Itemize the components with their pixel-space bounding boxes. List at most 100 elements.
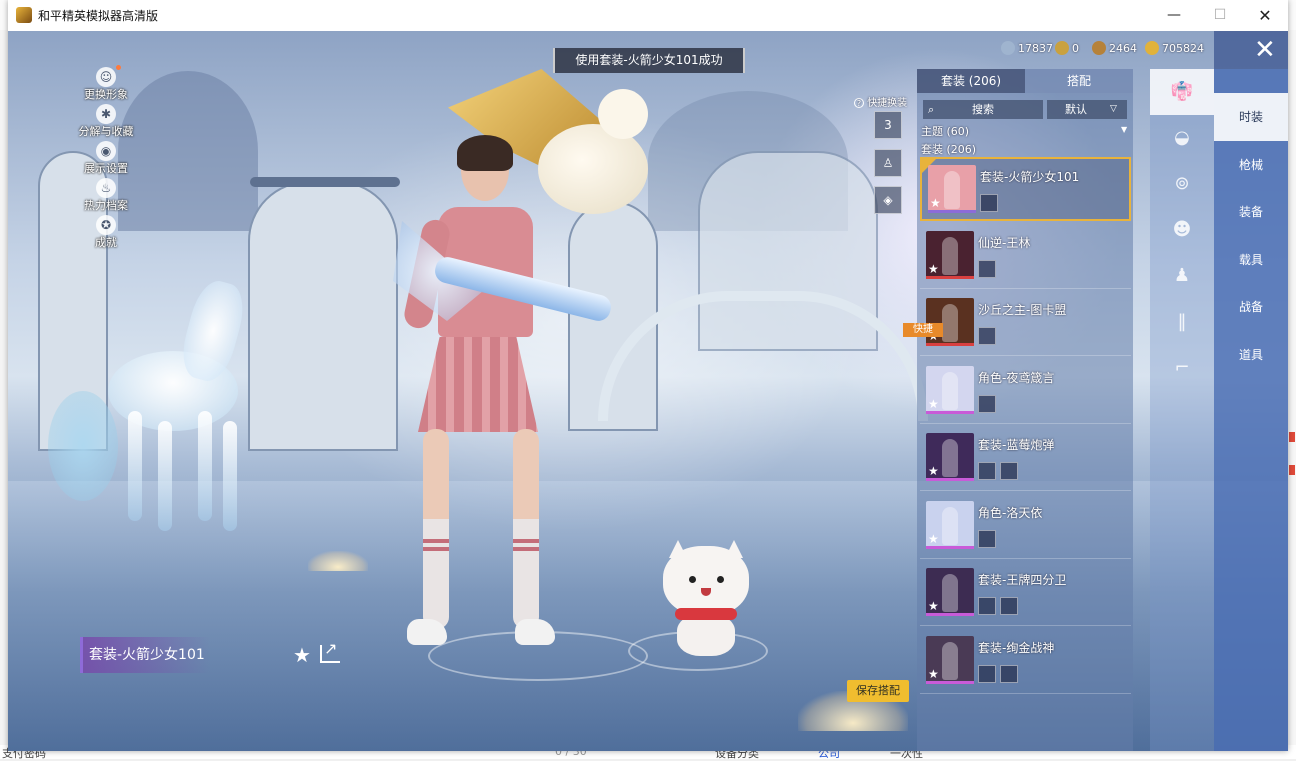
outfit-name: 沙丘之主-图卡盟 [978,303,1067,317]
background-app-left-edge [0,30,8,745]
app-icon [16,7,32,23]
pants-icon[interactable]: ‖ [1150,299,1214,345]
outfit-panel: 套装 (206) 搭配 ⌕ 搜索 默认 ▽ 主题 (60) ▼ 套装 (206)… [903,69,1133,751]
left-menu-item[interactable]: ☺ 更换形象 [68,65,148,103]
outfit-list-item[interactable]: ★ 套装-绚金战神 [920,630,1131,694]
minimize-button[interactable]: — [1151,0,1197,31]
component-thumbnail[interactable] [978,327,996,345]
sort-label: 默认 [1065,103,1087,116]
component-thumbnail[interactable] [978,394,996,413]
outfit-list-item[interactable]: ★ 套装-火箭少女101 [920,157,1131,221]
category-menu-item[interactable]: 枪械 [1214,141,1288,189]
component-thumbnail[interactable] [1000,664,1018,683]
tab-match[interactable]: 搭配 [1025,69,1133,93]
gem-icon [1001,41,1015,55]
emblem-icon: ◈ [883,193,893,207]
app-window: 和平精英模拟器高清版 — ☐ ✕ 使用套装-火箭少女101成功 ☺ 更换形象 ✱… [8,0,1288,751]
share-icon[interactable] [320,639,340,663]
sort-dropdown[interactable]: 默认 ▽ [1047,100,1127,119]
outfit-count-label: 套装 (206) [921,143,977,156]
search-placeholder: 搜索 [972,103,994,116]
left-menu-item[interactable]: ◉ 展示设置 [68,141,148,177]
goggles-icon[interactable]: ⊚ [1150,161,1214,207]
star-icon: ★ [928,666,939,681]
left-menu-item[interactable]: ✱ 分解与收藏 [68,104,148,140]
quick-tag: 快捷 [903,323,943,337]
unicorn-mount-image [48,261,278,541]
outfit-list-item[interactable]: ★ 仙逆-王林 [920,225,1131,289]
currency-item: 2464 [1092,41,1137,57]
title-bar[interactable]: 和平精英模拟器高清版 — ☐ ✕ [8,0,1288,31]
component-thumbnail[interactable] [978,664,996,683]
outfit-list-item[interactable]: ★ 套装-蓝莓炮弹 [920,427,1131,491]
outfit-name: 套装-王牌四分卫 [978,573,1067,587]
window-title: 和平精英模拟器高清版 [38,9,159,23]
tab-outfits[interactable]: 套装 (206) [917,69,1025,93]
outfit-list-item[interactable]: ★ 角色-洛天依 [920,495,1131,559]
left-menu-item[interactable]: ✪ 成就 [68,215,148,251]
component-thumbnail[interactable] [978,597,996,615]
coin-icon [1055,41,1069,55]
eye-icon: ◉ [96,141,116,161]
category-icon-column: 👘 ◒ ⊚ ☻ ♟ ‖ ⌐ [1150,69,1214,751]
outfit-list-item[interactable]: ★ 沙丘之主-图卡盟 [920,292,1131,356]
component-thumbnail[interactable] [1000,462,1018,480]
outfit-thumbnail: ★ [926,500,974,549]
figure-icon: ♙ [882,156,894,170]
toast-message: 使用套装-火箭少女101成功 [553,48,745,73]
outfit-list-item[interactable]: ★ 角色-夜鸢箴言 [920,360,1131,424]
emblem-button[interactable]: ◈ [874,186,902,214]
save-outfit-button[interactable]: 保存搭配 [847,680,909,702]
notification-dot [116,65,121,70]
outfit-thumbnail: ★ [926,635,974,684]
outfit-thumbnail: ★ [926,365,974,414]
left-menu-label: 展示设置 [84,162,128,175]
favorite-star-icon[interactable]: ★ [293,643,311,667]
component-thumbnail[interactable] [1000,597,1018,615]
shoes-icon[interactable]: ⌐ [1150,345,1214,391]
outfit-thumbnail: ★ [926,568,974,616]
outfit-name: 仙逆-王林 [978,235,1031,250]
left-menu-item[interactable]: ♨ 热力档案 [68,178,148,214]
category-menu-item[interactable]: 道具 [1214,331,1288,379]
chevron-down-icon: ▽ [1110,104,1117,114]
close-wardrobe-button[interactable]: ✕ [1214,31,1288,69]
category-menu-item[interactable]: 装备 [1214,188,1288,236]
theme-filter[interactable]: 主题 (60) [921,123,969,139]
outfit-name: 角色-洛天依 [978,505,1043,520]
currency-item: 17837 [1001,41,1053,57]
component-thumbnail[interactable] [980,194,998,212]
currency-item: 0 [1055,41,1079,57]
component-thumbnail[interactable] [978,462,996,480]
category-menu-item[interactable]: 战备 [1214,283,1288,331]
component-thumbnail[interactable] [978,529,996,548]
person-icon: ☺ [96,67,116,87]
star-icon: ★ [928,599,939,613]
outfit-icon[interactable]: 👘 [1150,69,1214,115]
left-menu-label: 分解与收藏 [78,125,134,138]
hanger-count: 3 [884,118,892,132]
hanger-button[interactable]: 3 [874,111,902,139]
dress-icon[interactable]: ♟ [1150,253,1214,299]
left-menu-label: 热力档案 [84,199,128,212]
category-menu-item[interactable]: 时装 [1214,93,1288,141]
category-menu-item[interactable]: 载具 [1214,236,1288,284]
cap-icon[interactable]: ◒ [1150,115,1214,161]
mask-icon[interactable]: ☻ [1150,207,1214,253]
help-icon: ? [854,98,864,108]
quick-swap-header[interactable]: ? 快捷换装 [854,94,907,109]
currency-value: 0 [1072,42,1079,55]
star-icon: ★ [928,396,939,411]
outfit-list-item[interactable]: ★ 套装-王牌四分卫 [920,562,1131,626]
outfit-thumbnail: ★ [928,165,976,213]
figure-button[interactable]: ♙ [874,149,902,177]
component-thumbnail[interactable] [978,259,996,278]
background-app-right-edge [1288,30,1296,745]
game-viewport[interactable]: 使用套装-火箭少女101成功 ☺ 更换形象 ✱ 分解与收藏 ◉ 展示设置 ♨ 热力档案 ✪ 成就 … [8,31,1288,751]
close-window-button[interactable]: ✕ [1242,0,1288,31]
search-input[interactable]: ⌕ 搜索 [923,100,1043,119]
star-icon: ★ [928,464,939,478]
maximize-button[interactable]: ☐ [1197,0,1243,31]
gold-coin-icon [1145,41,1159,55]
panel-tabs: 套装 (206) 搭配 [917,69,1133,93]
